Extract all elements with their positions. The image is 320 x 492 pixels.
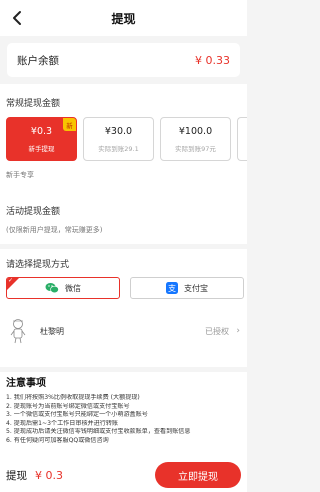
alipay-icon: 支	[166, 282, 178, 294]
note-item: 5. 提现成功后请关注微信零钱明细或支付宝收款账单，查看到账信息	[6, 428, 191, 436]
chevron-right-icon: ›	[236, 326, 240, 336]
amount-option-more[interactable]	[237, 117, 247, 161]
amount-option-30[interactable]: ¥30.0 实际到账29.1	[83, 117, 154, 161]
option-amount: ¥30.0	[104, 126, 133, 137]
wechat-icon	[45, 283, 59, 294]
footer-amount: ¥ 0.3	[35, 468, 63, 482]
amount-option-100[interactable]: ¥100.0 实际到账97元	[160, 117, 231, 161]
option-sub: 实际到账97元	[175, 145, 216, 153]
svg-text:支: 支	[168, 283, 176, 293]
notes-title: 注意事项	[6, 378, 46, 389]
method-label: 微信	[65, 283, 81, 293]
avatar	[10, 319, 26, 344]
option-amount: ¥0.3	[30, 126, 53, 137]
option-sub: 实际到账29.1	[98, 145, 139, 153]
note-item: 2. 提现账号为当前账号绑定微信或支付宝账号	[6, 402, 130, 410]
back-arrow-icon[interactable]	[9, 9, 27, 27]
header: 提现	[0, 0, 247, 36]
new-badge: 新	[63, 118, 76, 131]
balance-value: ¥ 0.33	[195, 53, 230, 67]
balance-label: 账户余额	[17, 54, 59, 67]
regular-withdraw-section: 常规提现金额 新 ¥0.3 新手提现 ¥30.0 实际到账29.1 ¥100.0…	[0, 84, 247, 192]
check-icon: ✓	[8, 277, 14, 284]
amount-options: 新 ¥0.3 新手提现 ¥30.0 实际到账29.1 ¥100.0 实际到账97…	[6, 117, 247, 161]
note-item: 1. 我们将按照3%比例收取提现手续费 (大额提现)	[6, 394, 140, 401]
method-alipay[interactable]: 支 支付宝	[130, 277, 244, 299]
note-item: 6. 有任何疑问可加客服QQ或微信咨询	[6, 436, 109, 444]
notes-list: 1. 我们将按照3%比例收取提现手续费 (大额提现) 2. 提现账号为当前账号绑…	[6, 394, 243, 446]
withdraw-method-section: 请选择提现方式 ✓ 微信 支 支付宝 杜黎明 已授权 ›	[0, 249, 247, 367]
activity-section-title: 活动提现金额	[6, 207, 61, 217]
option-sub: 新手提现	[28, 145, 55, 153]
activity-note: (仅限新用户提现，常玩赚更多)	[6, 226, 103, 234]
balance-card: 账户余额 ¥ 0.33	[7, 43, 240, 77]
method-section-title: 请选择提现方式	[6, 260, 70, 270]
activity-withdraw-section: 活动提现金额 (仅限新用户提现，常玩赚更多)	[0, 192, 247, 244]
notes-section: 注意事项 1. 我们将按照3%比例收取提现手续费 (大额提现) 2. 提现账号为…	[0, 372, 247, 458]
bottom-bar: 提现 ¥ 0.3 立即提现	[0, 458, 247, 492]
auth-status: 已授权	[205, 326, 229, 336]
method-wechat[interactable]: ✓ 微信	[6, 277, 120, 299]
page-title: 提现	[111, 11, 136, 26]
regular-section-title: 常规提现金额	[6, 99, 61, 109]
user-name: 杜黎明	[40, 326, 64, 336]
footer-label: 提现	[6, 469, 27, 482]
method-options: ✓ 微信 支 支付宝	[6, 277, 244, 299]
option-amount: ¥100.0	[178, 126, 213, 137]
withdraw-now-button[interactable]: 立即提现	[155, 462, 241, 488]
amount-option-0.3[interactable]: 新 ¥0.3 新手提现	[6, 117, 77, 161]
note-item: 4. 提现后需1~3个工作日审核并进行转账	[6, 419, 119, 427]
newbie-note: 新手专享	[6, 171, 34, 179]
method-label: 支付宝	[184, 283, 208, 293]
authorized-user-row[interactable]: 杜黎明 已授权 ›	[0, 309, 247, 353]
note-item: 3. 一个微信或支付宝账号只能绑定一个小萌游盒账号	[6, 411, 148, 419]
